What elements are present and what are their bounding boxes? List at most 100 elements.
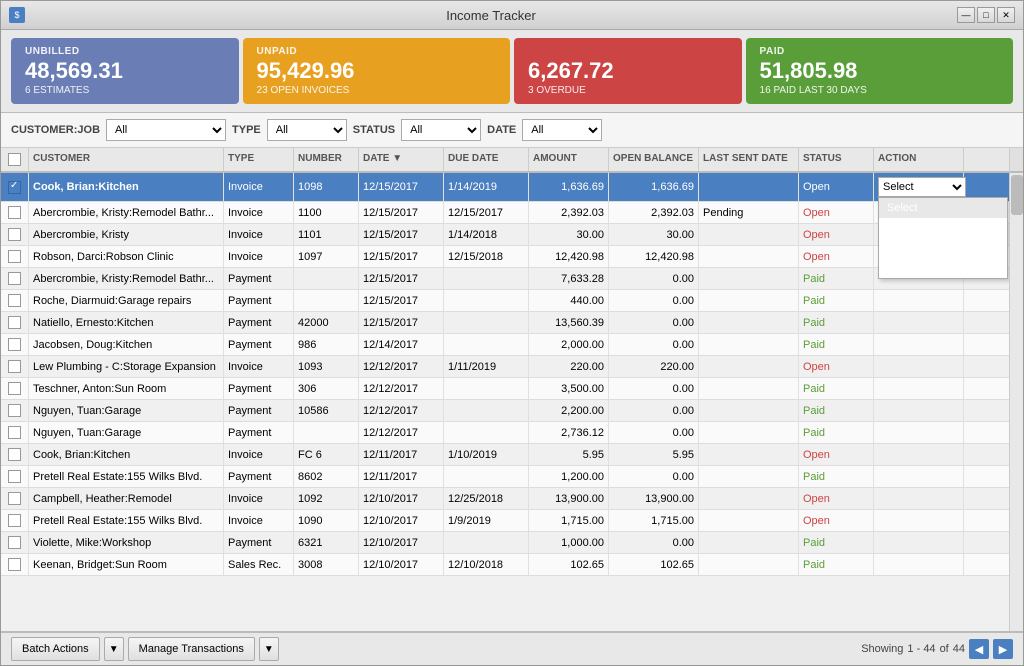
row-action[interactable]	[874, 400, 964, 421]
row-checkbox[interactable]	[1, 246, 29, 267]
row-checkbox[interactable]	[1, 290, 29, 311]
table-row[interactable]: Lew Plumbing - C:Storage Expansion Invoi…	[1, 356, 1009, 378]
row-check[interactable]	[8, 448, 21, 461]
table-row[interactable]: Violette, Mike:Workshop Payment 6321 12/…	[1, 532, 1009, 554]
header-date[interactable]: DATE ▼	[359, 148, 444, 171]
table-row[interactable]: Nguyen, Tuan:Garage Payment 12/12/2017 2…	[1, 422, 1009, 444]
row-check[interactable]	[8, 181, 21, 194]
scrollbar-track[interactable]	[1009, 173, 1023, 631]
row-checkbox[interactable]	[1, 444, 29, 465]
table-row[interactable]: Natiello, Ernesto:Kitchen Payment 42000 …	[1, 312, 1009, 334]
unpaid-card[interactable]: UNPAID 95,429.96 23 OPEN INVOICES	[243, 38, 510, 104]
row-check[interactable]	[8, 536, 21, 549]
row-checkbox[interactable]	[1, 532, 29, 553]
row-check[interactable]	[8, 360, 21, 373]
row-action[interactable]	[874, 532, 964, 553]
row-checkbox[interactable]	[1, 268, 29, 289]
table-row[interactable]: Keenan, Bridget:Sun Room Sales Rec. 3008…	[1, 554, 1009, 576]
dropdown-receive-payment[interactable]: Receive Payment	[879, 218, 1007, 238]
row-check[interactable]	[8, 514, 21, 527]
close-button[interactable]: ✕	[997, 7, 1015, 23]
row-check[interactable]	[8, 492, 21, 505]
status-select[interactable]: All	[401, 119, 481, 141]
type-select[interactable]: All	[267, 119, 347, 141]
row-check[interactable]	[8, 272, 21, 285]
select-all-checkbox[interactable]	[8, 153, 21, 166]
table-row[interactable]: Abercrombie, Kristy:Remodel Bathr... Pay…	[1, 268, 1009, 290]
table-row[interactable]: Pretell Real Estate:155 Wilks Blvd. Invo…	[1, 510, 1009, 532]
row-checkbox[interactable]	[1, 173, 29, 201]
paid-card[interactable]: PAID 51,805.98 16 PAID LAST 30 DAYS	[746, 38, 1013, 104]
row-check[interactable]	[8, 316, 21, 329]
row-check[interactable]	[8, 404, 21, 417]
action-dropdown[interactable]: Select Receive Payment Print Email	[878, 197, 1008, 279]
action-select[interactable]: Select Receive Payment Print Email	[878, 177, 966, 197]
batch-actions-button[interactable]: Batch Actions	[11, 637, 100, 661]
row-action[interactable]	[874, 378, 964, 399]
row-action[interactable]	[874, 488, 964, 509]
dropdown-email[interactable]: Email	[879, 258, 1007, 278]
row-action[interactable]	[874, 290, 964, 311]
maximize-button[interactable]: □	[977, 7, 995, 23]
row-check[interactable]	[8, 382, 21, 395]
table-scroll[interactable]: Cook, Brian:Kitchen Invoice 1098 12/15/2…	[1, 173, 1009, 631]
header-open-balance[interactable]: OPEN BALANCE	[609, 148, 699, 171]
next-page-button[interactable]: ▶	[993, 639, 1013, 659]
row-action[interactable]	[874, 554, 964, 575]
action-select-container[interactable]: Select Receive Payment Print Email Selec…	[878, 177, 966, 197]
table-row[interactable]: Pretell Real Estate:155 Wilks Blvd. Paym…	[1, 466, 1009, 488]
row-checkbox[interactable]	[1, 400, 29, 421]
row-check[interactable]	[8, 294, 21, 307]
row-action[interactable]	[874, 510, 964, 531]
window-controls[interactable]: — □ ✕	[957, 7, 1015, 23]
row-checkbox[interactable]	[1, 378, 29, 399]
row-checkbox[interactable]	[1, 312, 29, 333]
unbilled-card[interactable]: UNBILLED 48,569.31 6 ESTIMATES	[11, 38, 239, 104]
row-check[interactable]	[8, 338, 21, 351]
row-checkbox[interactable]	[1, 202, 29, 223]
minimize-button[interactable]: —	[957, 7, 975, 23]
row-checkbox[interactable]	[1, 466, 29, 487]
header-due-date[interactable]: DUE DATE	[444, 148, 529, 171]
table-row[interactable]: Nguyen, Tuan:Garage Payment 10586 12/12/…	[1, 400, 1009, 422]
row-check[interactable]	[8, 426, 21, 439]
header-status[interactable]: STATUS	[799, 148, 874, 171]
customer-job-select[interactable]: All	[106, 119, 226, 141]
row-check[interactable]	[8, 206, 21, 219]
row-action[interactable]	[874, 356, 964, 377]
date-select[interactable]: All	[522, 119, 602, 141]
row-checkbox[interactable]	[1, 356, 29, 377]
table-row[interactable]: Campbell, Heather:Remodel Invoice 1092 1…	[1, 488, 1009, 510]
table-row[interactable]: Teschner, Anton:Sun Room Payment 306 12/…	[1, 378, 1009, 400]
overdue-card[interactable]: 6,267.72 3 OVERDUE	[514, 38, 742, 104]
batch-actions-dropdown-arrow[interactable]: ▼	[104, 637, 124, 661]
row-check[interactable]	[8, 228, 21, 241]
table-row[interactable]: Cook, Brian:Kitchen Invoice 1098 12/15/2…	[1, 173, 1009, 202]
table-row[interactable]: Jacobsen, Doug:Kitchen Payment 986 12/14…	[1, 334, 1009, 356]
row-action[interactable]	[874, 334, 964, 355]
row-action[interactable]	[874, 422, 964, 443]
row-checkbox[interactable]	[1, 334, 29, 355]
dropdown-select[interactable]: Select	[879, 198, 1007, 218]
row-checkbox[interactable]	[1, 422, 29, 443]
table-row[interactable]: Robson, Darci:Robson Clinic Invoice 1097…	[1, 246, 1009, 268]
row-action[interactable]	[874, 444, 964, 465]
row-checkbox[interactable]	[1, 554, 29, 575]
table-row[interactable]: Cook, Brian:Kitchen Invoice FC 6 12/11/2…	[1, 444, 1009, 466]
table-row[interactable]: Abercrombie, Kristy:Remodel Bathr... Inv…	[1, 202, 1009, 224]
table-row[interactable]: Abercrombie, Kristy Invoice 1101 12/15/2…	[1, 224, 1009, 246]
row-checkbox[interactable]	[1, 510, 29, 531]
row-checkbox[interactable]	[1, 224, 29, 245]
manage-transactions-dropdown-arrow[interactable]: ▼	[259, 637, 279, 661]
header-amount[interactable]: AMOUNT	[529, 148, 609, 171]
row-action[interactable]: Select Receive Payment Print Email Selec…	[874, 173, 964, 201]
row-action[interactable]	[874, 466, 964, 487]
row-action[interactable]	[874, 312, 964, 333]
row-check[interactable]	[8, 470, 21, 483]
scrollbar-thumb[interactable]	[1011, 175, 1023, 215]
manage-transactions-button[interactable]: Manage Transactions	[128, 637, 255, 661]
table-row[interactable]: Roche, Diarmuid:Garage repairs Payment 1…	[1, 290, 1009, 312]
header-checkbox[interactable]	[1, 148, 29, 171]
dropdown-print[interactable]: Print	[879, 238, 1007, 258]
prev-page-button[interactable]: ◀	[969, 639, 989, 659]
